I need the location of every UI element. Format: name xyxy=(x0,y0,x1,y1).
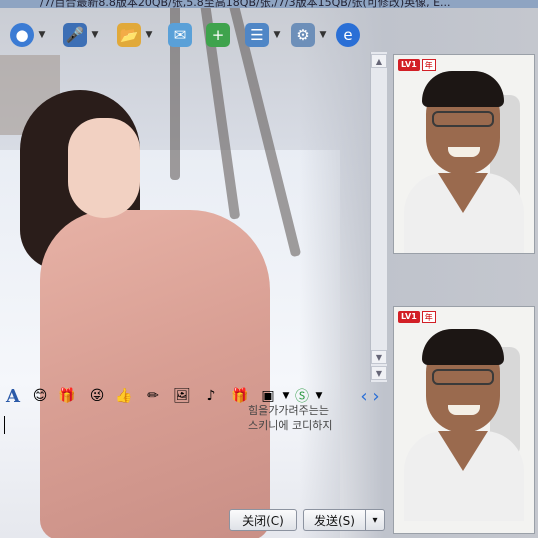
chevron-down-icon: ▾ xyxy=(372,514,378,526)
webcam-icon: ● xyxy=(10,23,34,47)
microphone-icon: 🎤 xyxy=(63,23,87,47)
image-icon[interactable]: 🖼 xyxy=(172,386,192,406)
level-label: LV1 xyxy=(398,311,420,323)
send-options-button[interactable]: ▾ xyxy=(365,509,385,531)
close-button[interactable]: 关闭(C) xyxy=(229,509,297,531)
scrawl-icon[interactable]: ✏ xyxy=(143,386,163,406)
send-sms-button[interactable]: ✉ xyxy=(168,18,192,52)
remote-video[interactable]: LV1 年 xyxy=(393,54,535,254)
chevron-down-icon[interactable]: ▼ xyxy=(144,30,154,40)
emoji-icon[interactable]: 😊 xyxy=(30,386,50,406)
close-button-label: 关闭(C) xyxy=(242,513,284,528)
chat-toolbar: ● ▼ 🎤 ▼ 📂 ▼ ✉ + ☰ ▼ ⚙ ▼ e xyxy=(0,18,370,54)
year-label: 年 xyxy=(421,59,436,71)
send-button[interactable]: 发送(S) xyxy=(303,509,365,531)
scroll-down-icon[interactable]: ▼ xyxy=(371,366,387,380)
title-bar[interactable]: /7/百合最新8.8版本20QB/张,5.8至高18QB/张,/7/3版本15Q… xyxy=(0,0,538,8)
video-call-button[interactable]: ● ▼ xyxy=(10,18,47,52)
folder-icon: 📂 xyxy=(117,23,141,47)
level-badge: LV1 年 xyxy=(398,311,436,323)
globe-icon: e xyxy=(336,23,360,47)
chevron-down-icon[interactable]: ▼ xyxy=(272,30,282,40)
app-center-button[interactable]: ☰ ▼ xyxy=(245,18,282,52)
scroll-up-icon[interactable]: ▲ xyxy=(371,54,387,68)
gift-icon[interactable]: 🎁 xyxy=(230,386,250,406)
thumbs-up-icon[interactable]: 👍 xyxy=(114,386,134,406)
level-badge: LV1 年 xyxy=(398,59,436,71)
message-scrollbar[interactable]: ▲ ▼ ▼ xyxy=(370,52,387,382)
music-icon[interactable]: ♪ xyxy=(201,386,221,406)
year-label: 年 xyxy=(421,311,436,323)
chevron-down-icon[interactable]: ▼ xyxy=(90,30,100,40)
chevron-down-icon[interactable]: ▼ xyxy=(37,30,47,40)
next-arrow-icon[interactable]: › xyxy=(366,386,386,407)
settings-button[interactable]: ⚙ ▼ xyxy=(291,18,328,52)
window-title: /7/百合最新8.8版本20QB/张,5.8至高18QB/张,/7/3版本15Q… xyxy=(40,0,451,8)
font-button[interactable]: A xyxy=(3,386,23,407)
send-button-label: 发送(S) xyxy=(314,513,355,528)
shake-icon[interactable]: 😜 xyxy=(87,386,107,406)
tray-icon: ☰ xyxy=(245,23,269,47)
chevron-down-icon[interactable]: ▼ xyxy=(318,30,328,40)
magic-emoji-icon[interactable]: 🎁 xyxy=(57,386,77,406)
add-group-icon: + xyxy=(206,23,230,47)
browser-button[interactable]: e xyxy=(336,18,360,52)
message-input[interactable] xyxy=(0,412,386,504)
send-file-button[interactable]: 📂 ▼ xyxy=(117,18,154,52)
scroll-down-icon[interactable]: ▼ xyxy=(371,350,387,364)
envelope-icon: ✉ xyxy=(168,23,192,47)
video-person xyxy=(404,69,524,253)
voice-call-button[interactable]: 🎤 ▼ xyxy=(63,18,100,52)
level-label: LV1 xyxy=(398,59,420,71)
gear-icon: ⚙ xyxy=(291,23,315,47)
create-group-button[interactable]: + xyxy=(206,18,230,52)
local-video[interactable]: LV1 年 xyxy=(393,306,535,534)
video-person xyxy=(404,327,524,521)
